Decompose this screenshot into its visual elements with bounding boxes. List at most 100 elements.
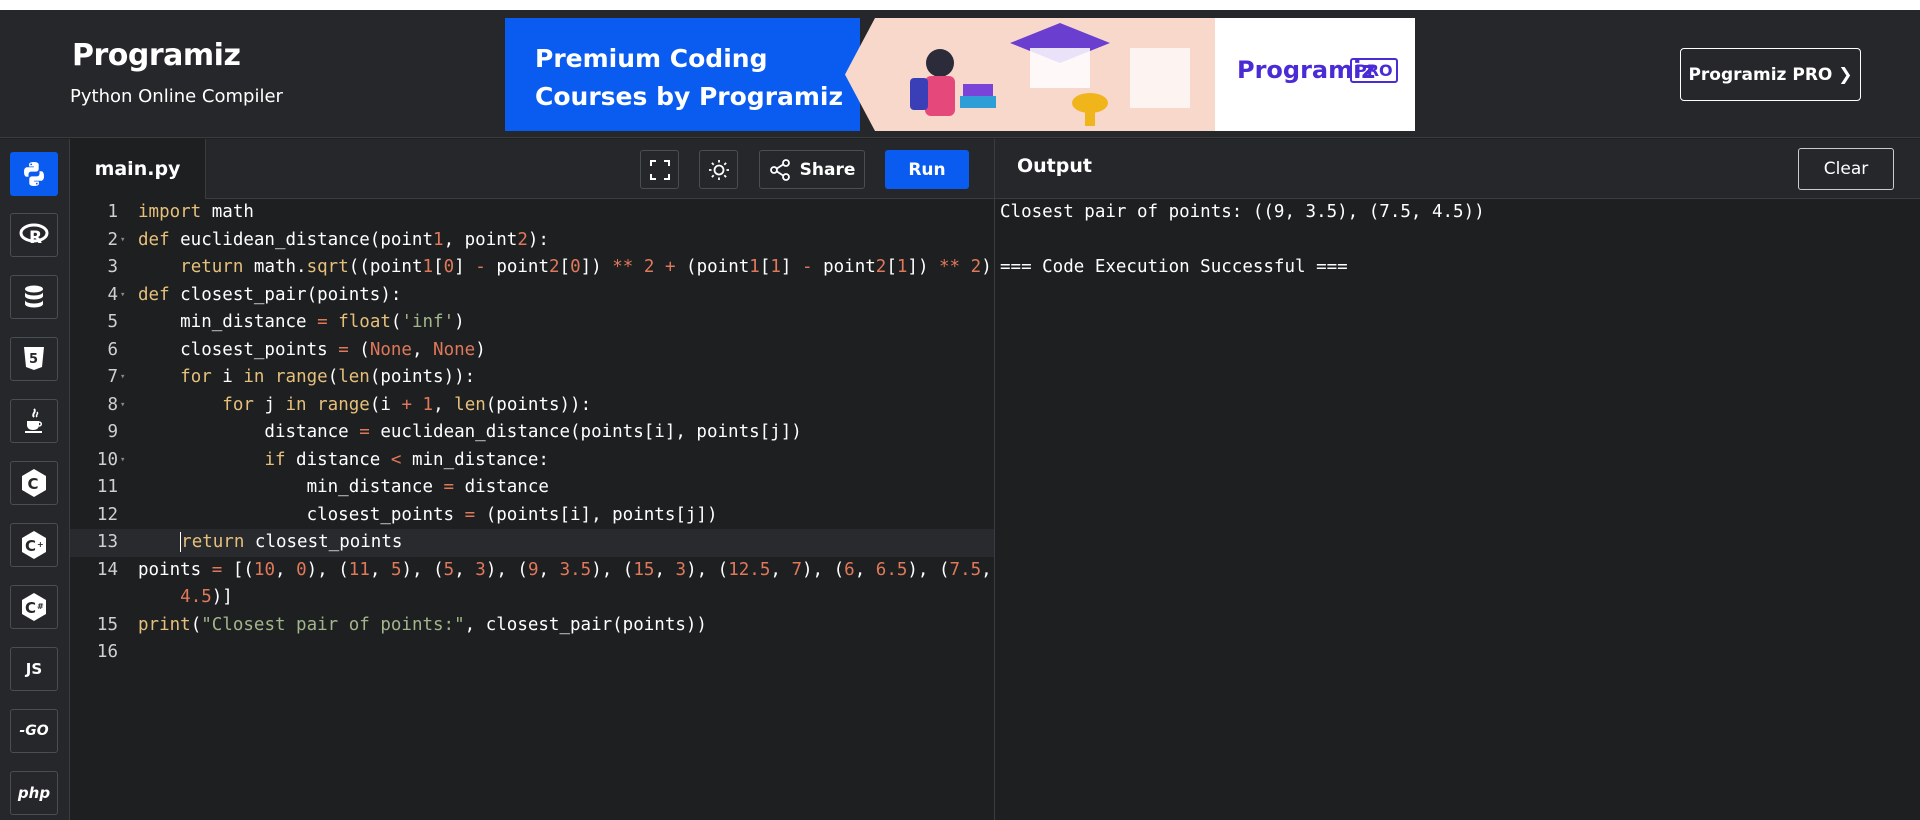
code-editor[interactable]: 1 import math 2 ▾ def euclidean_distance(poi… bbox=[70, 199, 994, 820]
output-line: Closest pair of points: ((9, 3.5), (7.5,… bbox=[1000, 202, 1485, 222]
svg-text:#: # bbox=[37, 602, 44, 611]
svg-text:R: R bbox=[29, 228, 42, 248]
code-line[interactable]: 2 ▾ def euclidean_distance(point1, point2)… bbox=[70, 227, 994, 255]
line-number: 9 bbox=[107, 422, 118, 442]
code-line[interactable]: 16 bbox=[70, 639, 994, 667]
line-number: 1 bbox=[107, 202, 118, 222]
share-label: Share bbox=[799, 159, 856, 180]
code-text: def euclidean_distance(point1, point2): bbox=[138, 229, 549, 250]
code-text: for j in range(i + 1, len(points)): bbox=[222, 394, 592, 415]
code-text: return math.sqrt((point1[0] - point2[0])… bbox=[180, 257, 992, 277]
code-line[interactable]: 4 ▾ def closest_pair(points): bbox=[70, 282, 994, 310]
code-text: import math bbox=[138, 202, 254, 222]
code-text: min_distance = float('inf') bbox=[138, 312, 465, 332]
line-number: 8 bbox=[107, 394, 118, 415]
code-text: distance = euclidean_distance(points[i],… bbox=[138, 422, 802, 442]
code-text: for i in range(len(points)): bbox=[180, 367, 476, 387]
language-java[interactable] bbox=[10, 399, 58, 443]
line-number: 11 bbox=[96, 477, 118, 497]
top-strip bbox=[0, 0, 1920, 10]
output-title: Output bbox=[1017, 155, 1092, 177]
ad-banner[interactable]: Premium Coding Courses by Programiz Prog… bbox=[505, 18, 1415, 131]
code-line[interactable]: 3 return math.sqrt((point1[0] - point2[0… bbox=[70, 254, 994, 282]
fold-arrow-icon[interactable]: ▾ bbox=[120, 227, 125, 255]
code-line[interactable]: 8 ▾ for j in range(i + 1, len(points)): bbox=[70, 392, 994, 420]
javascript-icon: JS bbox=[25, 660, 43, 678]
code-line[interactable]: 4.5)] bbox=[70, 584, 994, 612]
language-sql[interactable] bbox=[10, 275, 58, 319]
language-html5[interactable]: 5 bbox=[10, 337, 58, 381]
code-text: return closest_points bbox=[180, 532, 403, 552]
language-python[interactable] bbox=[10, 152, 58, 196]
html5-icon: 5 bbox=[24, 347, 44, 370]
programiz-pro-button[interactable]: Programiz PRO ❯ bbox=[1680, 48, 1861, 101]
code-line[interactable]: 14 points = [(10, 0), (11, 5), (5, 3), (9… bbox=[70, 557, 994, 585]
python-icon bbox=[24, 162, 44, 186]
code-line[interactable]: 10 ▾ if distance < min_distance: bbox=[70, 447, 994, 475]
fold-arrow-icon[interactable]: ▾ bbox=[120, 447, 125, 475]
line-number: 15 bbox=[96, 614, 118, 635]
language-go[interactable]: -GO bbox=[10, 709, 58, 753]
fold-arrow-icon[interactable]: ▾ bbox=[120, 364, 125, 392]
run-button[interactable]: Run bbox=[885, 150, 969, 189]
language-php[interactable]: php bbox=[10, 771, 58, 815]
fullscreen-button[interactable] bbox=[640, 150, 679, 189]
line-number: 14 bbox=[96, 559, 118, 580]
clear-button[interactable]: Clear bbox=[1798, 148, 1894, 190]
code-text: points = [(10, 0), (11, 5), (5, 3), (9, … bbox=[138, 559, 992, 580]
language-javascript[interactable]: JS bbox=[10, 647, 58, 691]
banner-line-1: Premium Coding bbox=[535, 44, 768, 73]
code-line[interactable]: 15 print("Closest pair of points:", close… bbox=[70, 612, 994, 640]
banner-left-panel: Premium Coding Courses by Programiz bbox=[505, 18, 860, 131]
php-icon: php bbox=[17, 784, 51, 802]
svg-text:C: C bbox=[25, 599, 36, 617]
code-line[interactable]: 6 closest_points = (None, None) bbox=[70, 337, 994, 365]
cpp-icon: C + bbox=[22, 531, 46, 559]
c-icon: C bbox=[22, 469, 46, 497]
code-text: closest_points = (points[i], points[j]) bbox=[138, 504, 718, 525]
fold-arrow-icon[interactable]: ▾ bbox=[120, 392, 125, 420]
line-number: 12 bbox=[96, 504, 118, 525]
output-panel: Closest pair of points: ((9, 3.5), (7.5,… bbox=[994, 199, 1920, 820]
line-number: 5 bbox=[107, 312, 118, 332]
code-line[interactable]: 5 min_distance = float('inf') bbox=[70, 309, 994, 337]
r-icon: R bbox=[19, 223, 49, 248]
programiz-logo[interactable]: Programiz bbox=[72, 38, 241, 73]
svg-text:+: + bbox=[37, 540, 44, 549]
line-number: 16 bbox=[96, 642, 118, 662]
sql-icon bbox=[25, 285, 43, 308]
code-line[interactable]: 9 distance = euclidean_distance(points[i… bbox=[70, 419, 994, 447]
fold-arrow-icon[interactable]: ▾ bbox=[120, 282, 125, 310]
language-c[interactable]: C bbox=[10, 461, 58, 505]
code-line[interactable]: 1 import math bbox=[70, 199, 994, 227]
language-r[interactable]: R bbox=[10, 213, 58, 257]
page-subtitle: Python Online Compiler bbox=[70, 86, 283, 107]
theme-toggle-button[interactable] bbox=[699, 150, 738, 189]
go-icon: -GO bbox=[19, 723, 49, 739]
code-line[interactable]: 13 return closest_points bbox=[70, 529, 994, 557]
language-csharp[interactable]: C # bbox=[10, 585, 58, 629]
code-line[interactable]: 11 min_distance = distance bbox=[70, 474, 994, 502]
language-cpp[interactable]: C + bbox=[10, 523, 58, 567]
code-text: closest_points = (None, None) bbox=[138, 339, 486, 360]
svg-text:C: C bbox=[28, 475, 39, 493]
banner-illustration-art bbox=[910, 23, 1190, 126]
line-number: 6 bbox=[107, 339, 118, 360]
line-number: 7 bbox=[107, 367, 118, 387]
line-number: 2 bbox=[107, 229, 118, 250]
code-text: def closest_pair(points): bbox=[138, 284, 402, 305]
code-text: print("Closest pair of points:", closest… bbox=[138, 614, 707, 635]
site-header: Programiz Python Online Compiler Premium… bbox=[0, 10, 1920, 138]
output-line: === Code Execution Successful === bbox=[1000, 257, 1348, 277]
code-text: 4.5)] bbox=[180, 587, 233, 607]
code-line[interactable]: 7 ▾ for i in range(len(points)): bbox=[70, 364, 994, 392]
code-text: min_distance = distance bbox=[138, 477, 549, 497]
banner-headline: Premium Coding Courses by Programiz bbox=[535, 40, 843, 116]
line-number: 13 bbox=[96, 532, 118, 552]
svg-text:5: 5 bbox=[29, 352, 38, 367]
line-number: 10 bbox=[96, 449, 118, 470]
csharp-icon: C # bbox=[22, 593, 46, 621]
share-button[interactable]: Share bbox=[759, 150, 865, 189]
file-tab-main-py[interactable]: main.py bbox=[70, 139, 206, 199]
code-line[interactable]: 12 closest_points = (points[i], points[j… bbox=[70, 502, 994, 530]
